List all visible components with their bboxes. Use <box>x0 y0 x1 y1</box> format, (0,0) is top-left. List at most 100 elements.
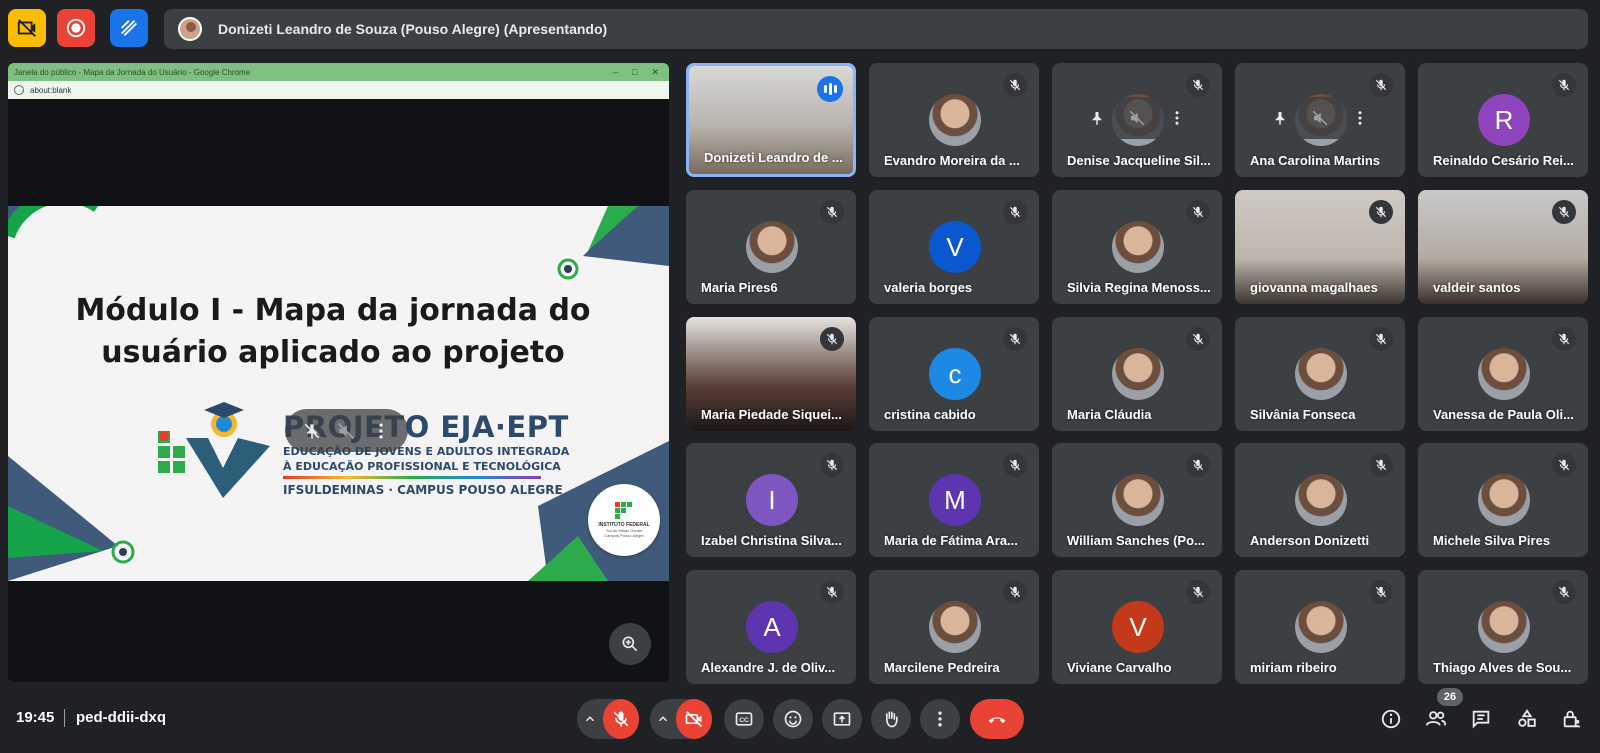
mute-audio-icon[interactable] <box>336 421 356 441</box>
muted-indicator <box>1003 580 1027 604</box>
participant-tile[interactable]: Anderson Donizetti <box>1235 443 1405 557</box>
participant-tile[interactable]: Donizeti Leandro de ... <box>686 63 856 177</box>
clock: 19:45 <box>16 709 55 726</box>
participant-tile[interactable]: c cristina cabido <box>869 317 1039 431</box>
participant-name: Vanessa de Paula Oli... <box>1433 407 1574 422</box>
hand-icon <box>886 711 898 728</box>
participant-name: Ana Carolina Martins <box>1250 153 1381 168</box>
more-options-icon[interactable] <box>1351 109 1369 127</box>
participant-tile[interactable]: Maria Cláudia <box>1052 317 1222 431</box>
participant-name: valdeir santos <box>1433 280 1521 295</box>
participant-count-badge: 26 <box>1437 688 1463 706</box>
present-screen-button[interactable] <box>822 699 862 739</box>
participant-tile[interactable]: Denise Jacqueline Sil... <box>1052 63 1222 177</box>
mic-off-icon <box>826 586 838 598</box>
mic-off-icon <box>1192 459 1204 471</box>
participant-tile[interactable]: Vvaleria borges <box>869 190 1039 304</box>
participant-tile[interactable]: Evandro Moreira da ... <box>869 63 1039 177</box>
mic-off-icon <box>1558 206 1570 218</box>
leave-call-button[interactable] <box>970 699 1024 739</box>
camera-button[interactable] <box>675 699 712 739</box>
participant-tile[interactable]: miriam ribeiro <box>1235 570 1405 684</box>
captions-button[interactable]: CC <box>724 699 764 739</box>
window-controls: – □ ✕ <box>613 67 669 78</box>
more-vert-icon <box>938 711 942 727</box>
meeting-details-button[interactable] <box>1374 702 1408 736</box>
mic-off-icon <box>1558 333 1570 345</box>
chat-button[interactable] <box>1464 702 1498 736</box>
mic-off-icon <box>1009 79 1021 91</box>
participant-name: Viviane Carvalho <box>1067 660 1172 675</box>
muted-indicator <box>1186 453 1210 477</box>
hang-up-icon <box>988 717 1006 724</box>
zoom-button[interactable] <box>609 623 651 665</box>
participant-tile[interactable]: Ana Carolina Martins <box>1235 63 1405 177</box>
minimize-icon: – <box>613 66 619 77</box>
participant-tile[interactable]: Silvânia Fonseca <box>1235 317 1405 431</box>
participant-avatar: I <box>746 474 798 526</box>
stop-camera-share-button[interactable] <box>8 9 46 47</box>
mic-off-icon <box>1009 206 1021 218</box>
participant-name: Michele Silva Pires <box>1433 533 1551 548</box>
pin-off-icon[interactable] <box>302 421 322 441</box>
participant-tile[interactable]: I Izabel Christina Silva... <box>686 443 856 557</box>
more-options-icon[interactable] <box>371 421 391 441</box>
mic-off-icon <box>1375 586 1387 598</box>
participant-tile[interactable]: William Sanches (Po... <box>1052 443 1222 557</box>
present-screen-icon <box>833 712 851 726</box>
whiteboard-button[interactable] <box>110 9 148 47</box>
more-options-button[interactable] <box>920 699 960 739</box>
presenter-banner[interactable]: Donizeti Leandro de Souza (Pouso Alegre)… <box>164 9 1588 49</box>
people-icon <box>1425 711 1447 726</box>
presenter-label: Donizeti Leandro de Souza (Pouso Alegre)… <box>218 21 608 37</box>
participant-avatar: M <box>929 474 981 526</box>
people-button[interactable] <box>1419 702 1453 736</box>
participant-tile[interactable]: Maria Piedade Siquei... <box>686 317 856 431</box>
participant-tile[interactable]: Thiago Alves de Sou... <box>1418 570 1588 684</box>
participant-name: Evandro Moreira da ... <box>884 153 1020 168</box>
mic-control <box>577 699 639 739</box>
mute-audio-icon[interactable] <box>1128 109 1146 127</box>
more-options-icon[interactable] <box>1168 109 1186 127</box>
muted-indicator <box>820 453 844 477</box>
activities-icon <box>1518 709 1536 727</box>
host-controls-button[interactable] <box>1555 702 1589 736</box>
activities-button[interactable] <box>1510 702 1544 736</box>
participant-tile[interactable]: Michele Silva Pires <box>1418 443 1588 557</box>
participant-tile[interactable]: A Alexandre J. de Oliv... <box>686 570 856 684</box>
institute-logo-icon <box>615 502 632 519</box>
participant-tile[interactable]: Silvia Regina Menoss... <box>1052 190 1222 304</box>
muted-indicator <box>1369 73 1393 97</box>
reactions-button[interactable] <box>773 699 813 739</box>
mic-off-icon <box>1558 459 1570 471</box>
participant-tile[interactable]: R Reinaldo Cesário Rei... <box>1418 63 1588 177</box>
audio-settings-button[interactable] <box>577 699 603 739</box>
muted-indicator <box>1552 200 1576 224</box>
badge-campus: Campus Pouso Alegre <box>604 533 644 538</box>
participant-avatar <box>1112 474 1164 526</box>
muted-indicator <box>1003 327 1027 351</box>
mic-off-icon <box>1009 333 1021 345</box>
participant-tile[interactable]: M Maria de Fátima Ara... <box>869 443 1039 557</box>
mic-off-icon <box>1009 586 1021 598</box>
participant-name: Maria Pires6 <box>701 280 778 295</box>
participant-tile[interactable]: giovanna magalhaes <box>1235 190 1405 304</box>
video-settings-button[interactable] <box>650 699 676 739</box>
muted-indicator <box>1186 327 1210 351</box>
mic-off-icon <box>1375 206 1387 218</box>
participant-name: giovanna magalhaes <box>1250 280 1378 295</box>
muted-indicator <box>820 200 844 224</box>
mute-audio-icon[interactable] <box>1311 109 1329 127</box>
recording-button[interactable] <box>57 9 95 47</box>
participant-tile[interactable]: Vanessa de Paula Oli... <box>1418 317 1588 431</box>
pin-icon[interactable] <box>1271 109 1289 127</box>
participant-tile[interactable]: Marcilene Pedreira <box>869 570 1039 684</box>
mic-off-icon <box>1192 586 1204 598</box>
participant-tile[interactable]: valdeir santos <box>1418 190 1588 304</box>
microphone-button[interactable] <box>602 699 639 739</box>
participant-tile[interactable]: V Viviane Carvalho <box>1052 570 1222 684</box>
raise-hand-button[interactable] <box>871 699 911 739</box>
participant-tile[interactable]: Maria Pires6 <box>686 190 856 304</box>
participant-name: William Sanches (Po... <box>1067 533 1205 548</box>
pin-icon[interactable] <box>1088 109 1106 127</box>
